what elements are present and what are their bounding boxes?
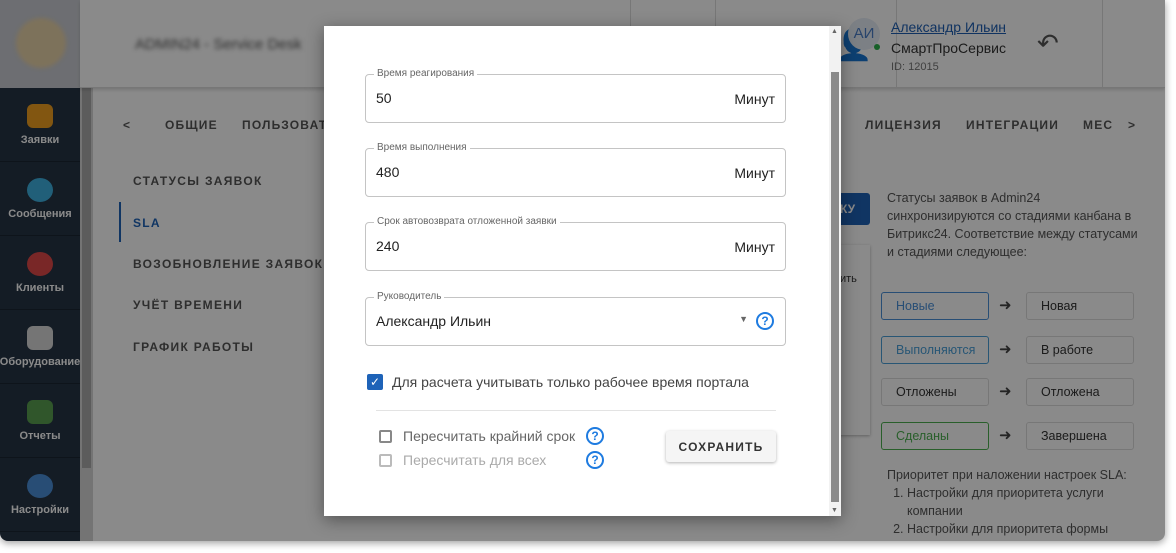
help-icon[interactable]: ? xyxy=(586,451,604,469)
field-value[interactable]: Александр Ильин xyxy=(376,313,491,329)
scroll-up-icon[interactable]: ▲ xyxy=(831,28,838,35)
recalc-all-label: Пересчитать для всех xyxy=(403,452,547,468)
field-label: Время выполнения xyxy=(374,142,470,153)
field-unit: Минут xyxy=(734,239,775,255)
help-icon[interactable]: ? xyxy=(756,312,774,330)
save-button[interactable]: СОХРАНИТЬ xyxy=(666,431,776,462)
divider xyxy=(376,410,776,411)
field-value[interactable]: 240 xyxy=(376,238,399,254)
work-time-label: Для расчета учитывать только рабочее вре… xyxy=(392,374,749,390)
field-unit: Минут xyxy=(734,165,775,181)
dialog-scrollbar[interactable]: ▲ ▼ xyxy=(829,26,841,516)
field-unit: Минут xyxy=(734,91,775,107)
field-label: Время реагирования xyxy=(374,68,478,79)
field-value[interactable]: 50 xyxy=(376,90,392,106)
field-label: Руководитель xyxy=(374,291,445,302)
manager-select[interactable]: Руководитель Александр Ильин ▼ ? xyxy=(365,291,786,346)
execution-time-field[interactable]: Время выполнения 480 Минут xyxy=(365,142,786,197)
scroll-down-icon[interactable]: ▼ xyxy=(831,507,838,514)
work-time-checkbox[interactable]: ✓ xyxy=(367,374,383,390)
recalc-deadline-checkbox[interactable] xyxy=(379,430,392,443)
reaction-time-field[interactable]: Время реагирования 50 Минут xyxy=(365,68,786,123)
help-icon[interactable]: ? xyxy=(586,427,604,445)
recalc-deadline-label: Пересчитать крайний срок xyxy=(403,428,576,444)
field-value[interactable]: 480 xyxy=(376,164,399,180)
field-label: Срок автовозврата отложенной заявки xyxy=(374,216,560,227)
autoreturn-time-field[interactable]: Срок автовозврата отложенной заявки 240 … xyxy=(365,216,786,271)
sla-settings-dialog: Время реагирования 50 Минут Время выполн… xyxy=(324,26,841,516)
scrollbar-thumb[interactable] xyxy=(831,72,839,502)
recalc-all-checkbox[interactable] xyxy=(379,454,392,467)
dropdown-arrow-icon[interactable]: ▼ xyxy=(739,314,748,324)
